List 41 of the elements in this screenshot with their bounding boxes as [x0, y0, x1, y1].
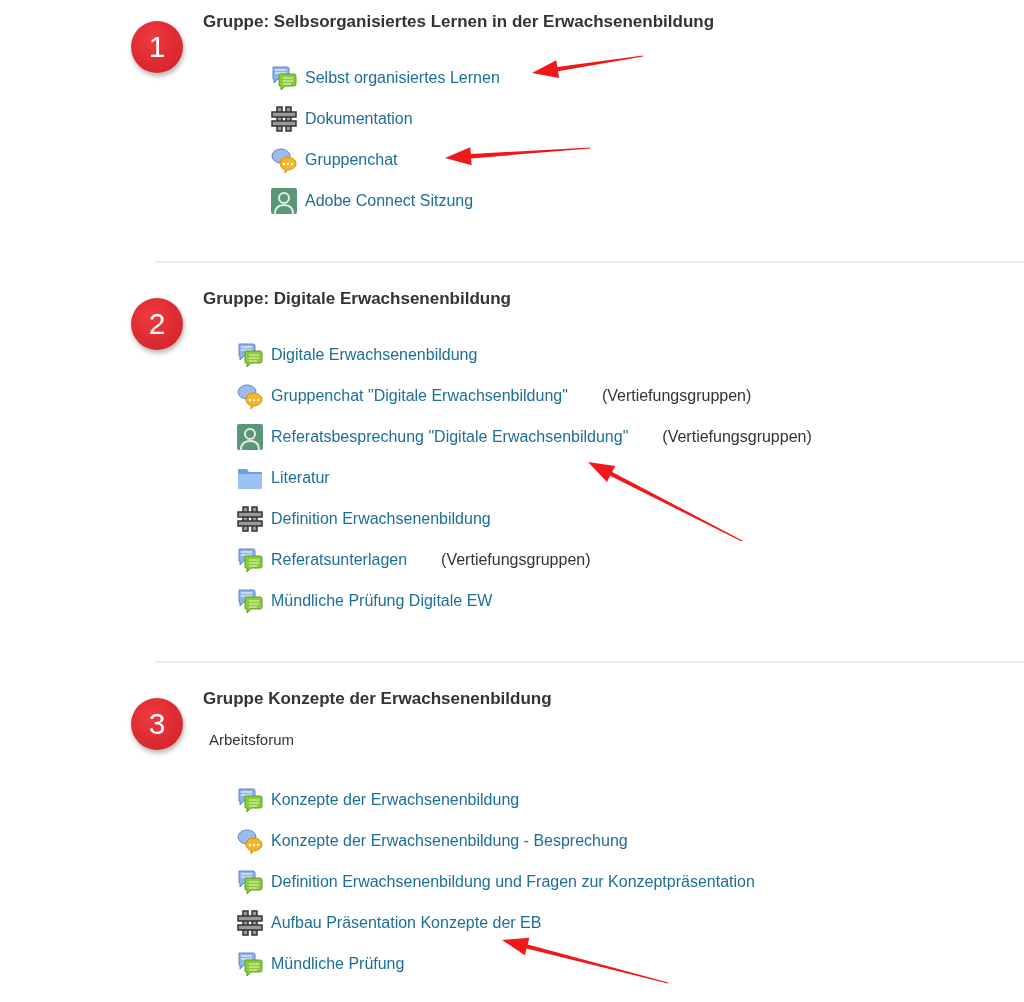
chat-bubbles-icon: [237, 827, 263, 854]
activity-link[interactable]: Aufbau Präsentation Konzepte der EB: [271, 913, 542, 932]
speech-bubbles-icon: [237, 868, 263, 895]
speech-bubbles-icon: [237, 786, 263, 813]
speech-bubbles-icon: [237, 546, 263, 573]
chat-bubbles-icon: [237, 382, 263, 409]
group-note: (Vertiefungsgruppen): [601, 386, 752, 405]
activity-link[interactable]: Selbst organisiertes Lernen: [305, 68, 500, 87]
speech-bubbles-icon: [237, 950, 263, 977]
activity-link[interactable]: Literatur: [271, 468, 330, 487]
chat-bubbles-icon: [271, 146, 297, 173]
person-icon: [237, 423, 263, 450]
person-icon: [271, 187, 297, 214]
number-badge: 2: [131, 298, 183, 350]
activity-link[interactable]: Gruppenchat "Digitale Erwachsenbildung": [271, 386, 568, 405]
activity-link[interactable]: Referatsbesprechung "Digitale Erwachsenbildung": [271, 427, 629, 446]
activity-link[interactable]: Konzepte der Erwachsenenbildung: [271, 790, 520, 809]
section-description: Arbeitsforum: [209, 730, 296, 750]
speech-bubbles-icon: [237, 341, 263, 368]
activity-link[interactable]: Gruppenchat: [305, 150, 398, 169]
section-heading: Gruppe: Digitale Erwachsenenbildung: [203, 289, 512, 309]
section-heading: Gruppe: Selbsorganisiertes Lernen in der Erwachsenenbildung: [203, 12, 716, 32]
hash-icon: [237, 505, 263, 532]
speech-bubbles-icon: [237, 587, 263, 614]
activity-link[interactable]: Mündliche Prüfung Digitale EW: [271, 591, 493, 610]
activity-link[interactable]: Adobe Connect Sitzung: [305, 191, 474, 210]
group-note: (Vertiefungsgruppen): [441, 550, 591, 569]
number-badge: 3: [131, 698, 183, 750]
activity-link[interactable]: Digitale Erwachsenenbildung: [271, 345, 478, 364]
activity-link[interactable]: Definition Erwachsenenbildung: [271, 509, 491, 528]
speech-bubbles-icon: [271, 64, 297, 91]
group-note: (Vertiefungsgruppen): [662, 427, 812, 446]
section-heading: Gruppe Konzepte der Erwachsenenbildung: [203, 689, 553, 709]
activity-link[interactable]: Definition Erwachsenenbildung und Fragen zur Konzeptpräsentation: [271, 872, 755, 891]
activity-link[interactable]: Mündliche Prüfung: [271, 954, 405, 973]
hash-icon: [271, 105, 297, 132]
activity-link[interactable]: Dokumentation: [305, 109, 413, 128]
hash-icon: [237, 909, 263, 936]
activity-link[interactable]: Konzepte der Erwachsenenbildung - Besprechung: [271, 831, 628, 850]
number-badge: 1: [131, 21, 183, 73]
activity-link[interactable]: Referatsunterlagen: [271, 550, 408, 569]
